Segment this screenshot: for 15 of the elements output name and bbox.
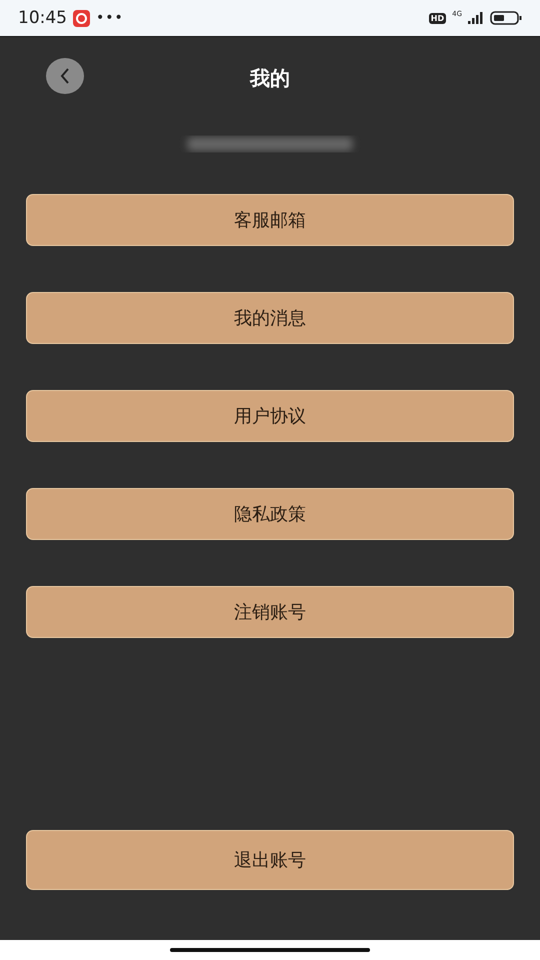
menu-button[interactable]: 隐私政策 xyxy=(26,488,514,540)
app-notification-icon xyxy=(73,10,90,26)
status-time: 10:45 xyxy=(18,8,67,28)
menu-button[interactable]: 用户协议 xyxy=(26,390,514,442)
hd-badge: HD xyxy=(428,12,446,24)
signal-icon xyxy=(468,12,484,24)
more-notifications: ••• xyxy=(96,10,124,26)
back-icon xyxy=(60,68,70,84)
page-title: 我的 xyxy=(250,64,290,92)
menu-button[interactable]: 注销账号 xyxy=(26,586,514,638)
back-button[interactable] xyxy=(46,58,84,94)
battery-icon xyxy=(490,11,522,25)
logout-button[interactable]: 退出账号 xyxy=(26,830,514,890)
menu-button[interactable]: 我的消息 xyxy=(26,292,514,344)
menu-button[interactable]: 客服邮箱 xyxy=(26,194,514,246)
